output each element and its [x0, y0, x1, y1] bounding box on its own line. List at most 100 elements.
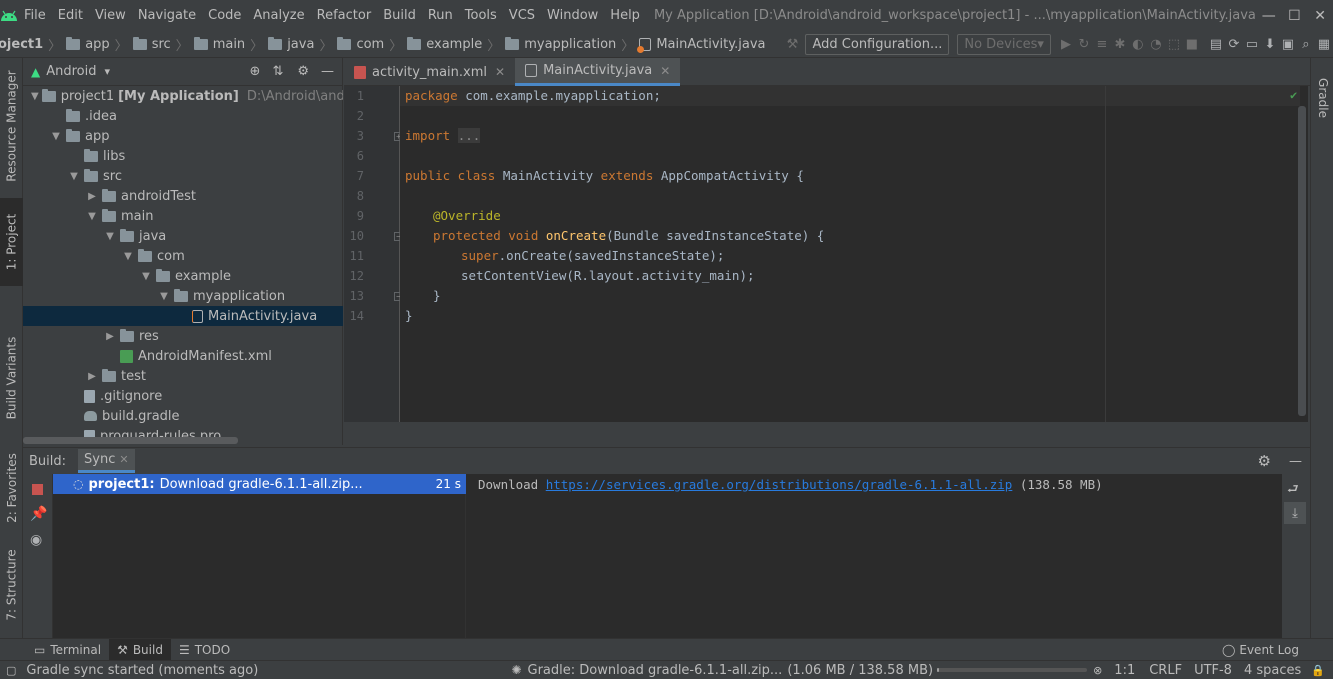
- stop-icon[interactable]: [32, 484, 43, 495]
- debug-icon[interactable]: ✱: [1111, 31, 1129, 57]
- menu-file[interactable]: File: [18, 0, 52, 31]
- tab-favorites[interactable]: 2: Favorites: [0, 443, 23, 533]
- sdk-manager-icon[interactable]: ⬇: [1261, 31, 1279, 57]
- layout-inspector-icon[interactable]: ▣: [1279, 31, 1297, 57]
- vertical-scrollbar[interactable]: [1298, 106, 1306, 416]
- tab-gradle[interactable]: Gradle: [1311, 68, 1333, 128]
- tree-item[interactable]: ▼ com: [23, 246, 343, 266]
- tree-item[interactable]: ▼ myapplication: [23, 286, 343, 306]
- menu-help[interactable]: Help: [604, 0, 646, 31]
- gear-icon[interactable]: ⚙: [297, 64, 309, 79]
- menu-run[interactable]: Run: [422, 0, 459, 31]
- tree-item[interactable]: ▼ example: [23, 266, 343, 286]
- run-icon[interactable]: ▶: [1057, 31, 1075, 57]
- collapsed-arrow-icon[interactable]: ▶: [85, 191, 99, 202]
- build-task-row[interactable]: ◌ project1: Download gradle-6.1.1-all.zi…: [53, 474, 466, 494]
- project-view-selector[interactable]: Android: [46, 64, 96, 79]
- menu-vcs[interactable]: VCS: [503, 0, 541, 31]
- sync-gradle-icon[interactable]: ⟳: [1225, 31, 1243, 57]
- tab-build-variants[interactable]: Build Variants: [0, 328, 23, 428]
- gradle-download-link[interactable]: https://services.gradle.org/distribution…: [546, 477, 1013, 492]
- menu-navigate[interactable]: Navigate: [132, 0, 202, 31]
- coverage-icon[interactable]: ◐: [1129, 31, 1147, 57]
- file-encoding[interactable]: UTF-8: [1194, 663, 1232, 678]
- menu-tools[interactable]: Tools: [459, 0, 503, 31]
- tree-item[interactable]: MainActivity.java: [23, 306, 343, 326]
- collapsed-arrow-icon[interactable]: ▶: [103, 331, 117, 342]
- tree-item[interactable]: ▶ androidTest: [23, 186, 343, 206]
- apply-changes-icon[interactable]: ↻: [1075, 31, 1093, 57]
- hide-panel-icon[interactable]: —: [321, 64, 334, 79]
- folded-imports[interactable]: ...: [457, 128, 481, 143]
- indent-setting[interactable]: 4 spaces: [1244, 663, 1301, 678]
- hide-panel-icon[interactable]: —: [1289, 454, 1302, 469]
- tree-item[interactable]: build.gradle: [23, 406, 343, 426]
- menu-view[interactable]: View: [89, 0, 132, 31]
- close-icon[interactable]: ✕: [1307, 0, 1333, 31]
- eye-icon[interactable]: ◉: [30, 532, 42, 548]
- menu-refactor[interactable]: Refactor: [311, 0, 378, 31]
- project-structure-icon[interactable]: ▤: [1207, 31, 1225, 57]
- progress-text[interactable]: Gradle: Download gradle-6.1.1-all.zip...: [528, 663, 783, 678]
- menu-analyze[interactable]: Analyze: [247, 0, 310, 31]
- search-icon[interactable]: ⌕: [1297, 31, 1315, 57]
- inspection-ok-icon[interactable]: ✔: [1290, 88, 1297, 102]
- tab-todo[interactable]: ☰ TODO: [171, 639, 238, 661]
- tree-item[interactable]: ▼ app: [23, 126, 343, 146]
- tree-item[interactable]: ▼ main: [23, 206, 343, 226]
- soft-wrap-icon[interactable]: ⮐: [1287, 480, 1299, 502]
- attach-debugger-icon[interactable]: ⬚: [1165, 31, 1183, 57]
- pin-icon[interactable]: 📌: [30, 506, 47, 522]
- expanded-arrow-icon[interactable]: ▼: [67, 171, 81, 182]
- hammer-build-icon[interactable]: ⚒: [783, 31, 801, 57]
- cancel-progress-icon[interactable]: ⊗: [1093, 664, 1102, 677]
- tree-item[interactable]: ▼ project1[My Application] D:\Android\andr…: [23, 86, 343, 106]
- device-selector[interactable]: No Devices ▾: [957, 33, 1051, 55]
- breadcrumb-main[interactable]: main: [213, 37, 245, 52]
- tree-item[interactable]: ▼ src: [23, 166, 343, 186]
- breadcrumb-com[interactable]: com: [356, 37, 384, 52]
- expanded-arrow-icon[interactable]: ▼: [157, 291, 171, 302]
- chevron-down-icon[interactable]: ▾: [105, 65, 111, 78]
- tree-item[interactable]: libs: [23, 146, 343, 166]
- tree-item[interactable]: AndroidManifest.xml: [23, 346, 343, 366]
- minimize-icon[interactable]: —: [1256, 0, 1282, 31]
- expanded-arrow-icon[interactable]: ▼: [49, 131, 63, 142]
- tree-item[interactable]: .gitignore: [23, 386, 343, 406]
- gear-icon[interactable]: ⚙: [1258, 452, 1271, 470]
- tree-item[interactable]: ▶ res: [23, 326, 343, 346]
- expanded-arrow-icon[interactable]: ▼: [103, 231, 117, 242]
- add-configuration-button[interactable]: Add Configuration...: [805, 33, 950, 55]
- breadcrumb-app[interactable]: app: [85, 37, 109, 52]
- lock-icon[interactable]: 🔒: [1311, 664, 1325, 677]
- profile-icon[interactable]: ◔: [1147, 31, 1165, 57]
- breadcrumb-project[interactable]: oject1: [0, 37, 43, 52]
- status-toggle-icon[interactable]: ▢: [6, 664, 16, 677]
- scroll-to-end-icon[interactable]: ⤓: [1284, 502, 1306, 524]
- maximize-icon[interactable]: ☐: [1282, 0, 1308, 31]
- close-icon[interactable]: ✕: [495, 65, 505, 79]
- collapse-all-icon[interactable]: ⇅: [272, 64, 283, 79]
- caret-position[interactable]: 1:1: [1114, 663, 1135, 678]
- tab-activity-main-xml[interactable]: activity_main.xml ✕: [344, 58, 515, 86]
- menu-edit[interactable]: Edit: [52, 0, 89, 31]
- stop-icon[interactable]: ■: [1183, 31, 1201, 57]
- horizontal-scrollbar[interactable]: [23, 437, 238, 444]
- code-editor[interactable]: package com.example.myapplication; impor…: [400, 86, 1308, 422]
- tab-resource-manager[interactable]: Resource Manager: [0, 62, 23, 190]
- expanded-arrow-icon[interactable]: ▼: [139, 271, 153, 282]
- close-icon[interactable]: ✕: [119, 453, 128, 466]
- menu-window[interactable]: Window: [541, 0, 604, 31]
- tab-sync[interactable]: Sync ✕: [78, 449, 135, 473]
- menu-overflow-icon[interactable]: ▦: [1315, 31, 1333, 57]
- expanded-arrow-icon[interactable]: ▼: [85, 211, 99, 222]
- expanded-arrow-icon[interactable]: ▼: [121, 251, 135, 262]
- menu-code[interactable]: Code: [202, 0, 247, 31]
- close-icon[interactable]: ✕: [660, 64, 670, 78]
- apply-code-changes-icon[interactable]: ≡: [1093, 31, 1111, 57]
- tab-structure[interactable]: 7: Structure: [0, 540, 23, 630]
- tab-main-activity-java[interactable]: MainActivity.java ✕: [515, 58, 681, 86]
- status-message[interactable]: Gradle sync started (moments ago): [26, 663, 258, 678]
- avd-manager-icon[interactable]: ▭: [1243, 31, 1261, 57]
- breadcrumb-file[interactable]: MainActivity.java: [656, 37, 765, 52]
